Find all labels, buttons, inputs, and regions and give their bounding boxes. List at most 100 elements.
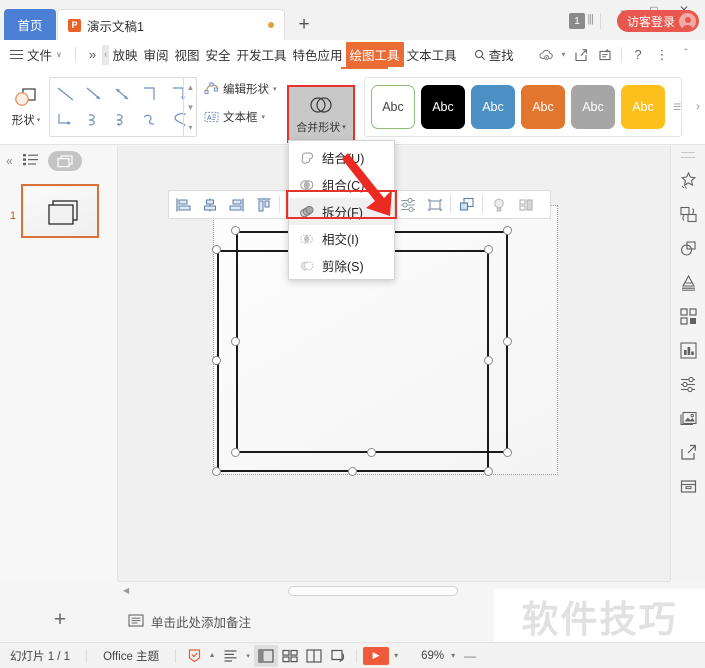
style-gray[interactable]: Abc xyxy=(571,85,615,129)
resize-handle[interactable] xyxy=(231,448,240,457)
collapse-panel-icon[interactable]: « xyxy=(6,154,13,168)
menu-item-5[interactable]: 特色应用 xyxy=(290,42,346,67)
layout-icon[interactable] xyxy=(512,191,539,218)
slide-sorter-icon[interactable] xyxy=(278,645,302,667)
slide-canvas[interactable]: ▲ ▲ ▼ ▼ xyxy=(118,146,705,581)
smart-feature-icon[interactable] xyxy=(675,168,701,192)
resize-handle[interactable] xyxy=(503,337,512,346)
resize-handle[interactable] xyxy=(503,448,512,457)
more-options-icon[interactable]: ⋮ xyxy=(651,44,673,66)
rail-grip-icon[interactable] xyxy=(681,152,695,158)
archive-icon[interactable] xyxy=(675,474,701,498)
menu-item-4[interactable]: 开发工具 xyxy=(234,42,290,67)
adjust-icon[interactable] xyxy=(675,372,701,396)
resize-handle[interactable] xyxy=(484,245,493,254)
menu-item-0[interactable]: 放映 xyxy=(109,42,140,67)
style-black[interactable]: Abc xyxy=(421,85,465,129)
gallery-expand-icon[interactable]: ▾ xyxy=(188,123,192,132)
resize-handle[interactable] xyxy=(231,337,240,346)
line-connector-gallery[interactable] xyxy=(49,77,197,137)
gallery-item-curve-arrow[interactable] xyxy=(109,107,137,133)
scroll-left-icon[interactable]: ◀ xyxy=(123,586,129,595)
spellcheck-caret-icon[interactable]: ▲ xyxy=(206,645,218,667)
new-tab-button[interactable]: + xyxy=(292,13,316,37)
menu-item-7[interactable]: 文本工具 xyxy=(404,42,460,67)
zoom-caret-icon[interactable]: ▾ xyxy=(447,645,459,667)
chart-icon[interactable] xyxy=(675,338,701,362)
help-icon[interactable]: ? xyxy=(627,44,649,66)
style-yellow[interactable]: Abc xyxy=(621,85,665,129)
outline-view-icon[interactable] xyxy=(22,153,38,169)
style-blue[interactable]: Abc xyxy=(471,85,515,129)
find-button[interactable]: 查找 xyxy=(460,45,520,64)
text-art-icon[interactable] xyxy=(675,270,701,294)
textbox-button[interactable]: A 文本框 ▾ xyxy=(204,109,265,125)
guest-login-button[interactable]: 访客登录 xyxy=(616,10,699,32)
resize-handle[interactable] xyxy=(484,356,493,365)
gallery-item-line[interactable] xyxy=(52,81,80,107)
language-caret-icon[interactable]: ▾ xyxy=(242,645,254,667)
new-slide-button[interactable]: + xyxy=(48,608,72,632)
menu-item-1[interactable]: 审阅 xyxy=(140,42,171,67)
menu-item-intersect[interactable]: 相交(I) xyxy=(289,225,394,252)
resize-handle[interactable] xyxy=(484,467,493,476)
resize-handle[interactable] xyxy=(212,467,221,476)
reading-view-icon[interactable] xyxy=(302,645,326,667)
share-icon[interactable] xyxy=(570,44,592,66)
tab-document[interactable]: P 演示文稿1 xyxy=(57,9,285,40)
group-icon[interactable] xyxy=(421,191,448,218)
start-slideshow-button[interactable]: ▶ xyxy=(363,646,390,665)
bring-forward-icon[interactable] xyxy=(453,191,480,218)
style-orange[interactable]: Abc xyxy=(521,85,565,129)
cloud-offline-icon[interactable] xyxy=(535,44,557,66)
menu-item-drawing-tools[interactable]: 绘图工具 xyxy=(345,42,404,67)
notes-page-icon[interactable] xyxy=(326,645,350,667)
gallery-scroll[interactable]: ▲ ▼ ▾ xyxy=(183,77,197,137)
image-icon[interactable] xyxy=(675,406,701,430)
menu-overflow-button[interactable]: » xyxy=(83,47,102,62)
align-right-icon[interactable] xyxy=(223,191,250,218)
spellcheck-icon[interactable] xyxy=(182,645,206,667)
zoom-out-button[interactable]: — xyxy=(459,645,481,667)
hscroll-thumb[interactable] xyxy=(288,586,458,596)
tab-list-icon[interactable]: ||| xyxy=(587,13,594,25)
gallery-item-elbow[interactable] xyxy=(137,81,165,107)
scroll-down-icon[interactable]: ▼ xyxy=(187,103,195,112)
file-menu-button[interactable]: 文件 ∨ xyxy=(0,45,68,64)
zoom-level-label[interactable]: 69% xyxy=(403,650,447,662)
slides-view-icon[interactable] xyxy=(47,151,82,171)
rectangle-front[interactable] xyxy=(217,250,489,472)
align-center-icon[interactable] xyxy=(196,191,223,218)
gallery-item-curve[interactable] xyxy=(80,107,108,133)
style-expand-icon[interactable]: ☰ xyxy=(673,102,681,113)
swap-icon[interactable] xyxy=(675,202,701,226)
menu-item-subtract[interactable]: 剪除(S) xyxy=(289,252,394,279)
normal-view-icon[interactable] xyxy=(254,644,279,667)
shapes-button[interactable]: 形状 ▾ xyxy=(6,75,46,139)
resize-handle[interactable] xyxy=(348,467,357,476)
gallery-item-double-arrow[interactable] xyxy=(109,81,137,107)
style-next-icon[interactable]: › xyxy=(696,99,700,113)
theme-label[interactable]: Office 主题 xyxy=(93,648,169,664)
align-left-icon[interactable] xyxy=(169,191,196,218)
style-white[interactable]: Abc xyxy=(371,85,415,129)
align-top-icon[interactable] xyxy=(250,191,277,218)
collaborate-icon[interactable] xyxy=(594,44,616,66)
tab-home[interactable]: 首页 xyxy=(4,9,56,40)
scroll-up-icon[interactable]: ▲ xyxy=(187,83,195,92)
slide-thumbnail-1[interactable] xyxy=(21,184,99,238)
resize-handle[interactable] xyxy=(212,356,221,365)
menu-item-2[interactable]: 视图 xyxy=(171,42,202,67)
gallery-item-curve2[interactable] xyxy=(137,107,165,133)
gallery-item-arrow[interactable] xyxy=(80,81,108,107)
menu-scroll-left-button[interactable]: ‹ xyxy=(102,44,110,65)
edit-shape-button[interactable]: 编辑形状 ▾ xyxy=(204,81,277,97)
collapse-ribbon-icon[interactable]: ＾ xyxy=(675,44,697,66)
apps-grid-icon[interactable] xyxy=(675,304,701,328)
gallery-item-elbow2[interactable] xyxy=(52,107,80,133)
resize-handle[interactable] xyxy=(503,226,512,235)
idea-icon[interactable] xyxy=(485,191,512,218)
shape-icon[interactable] xyxy=(675,236,701,260)
menu-item-3[interactable]: 安全 xyxy=(203,42,234,67)
export-icon[interactable] xyxy=(675,440,701,464)
